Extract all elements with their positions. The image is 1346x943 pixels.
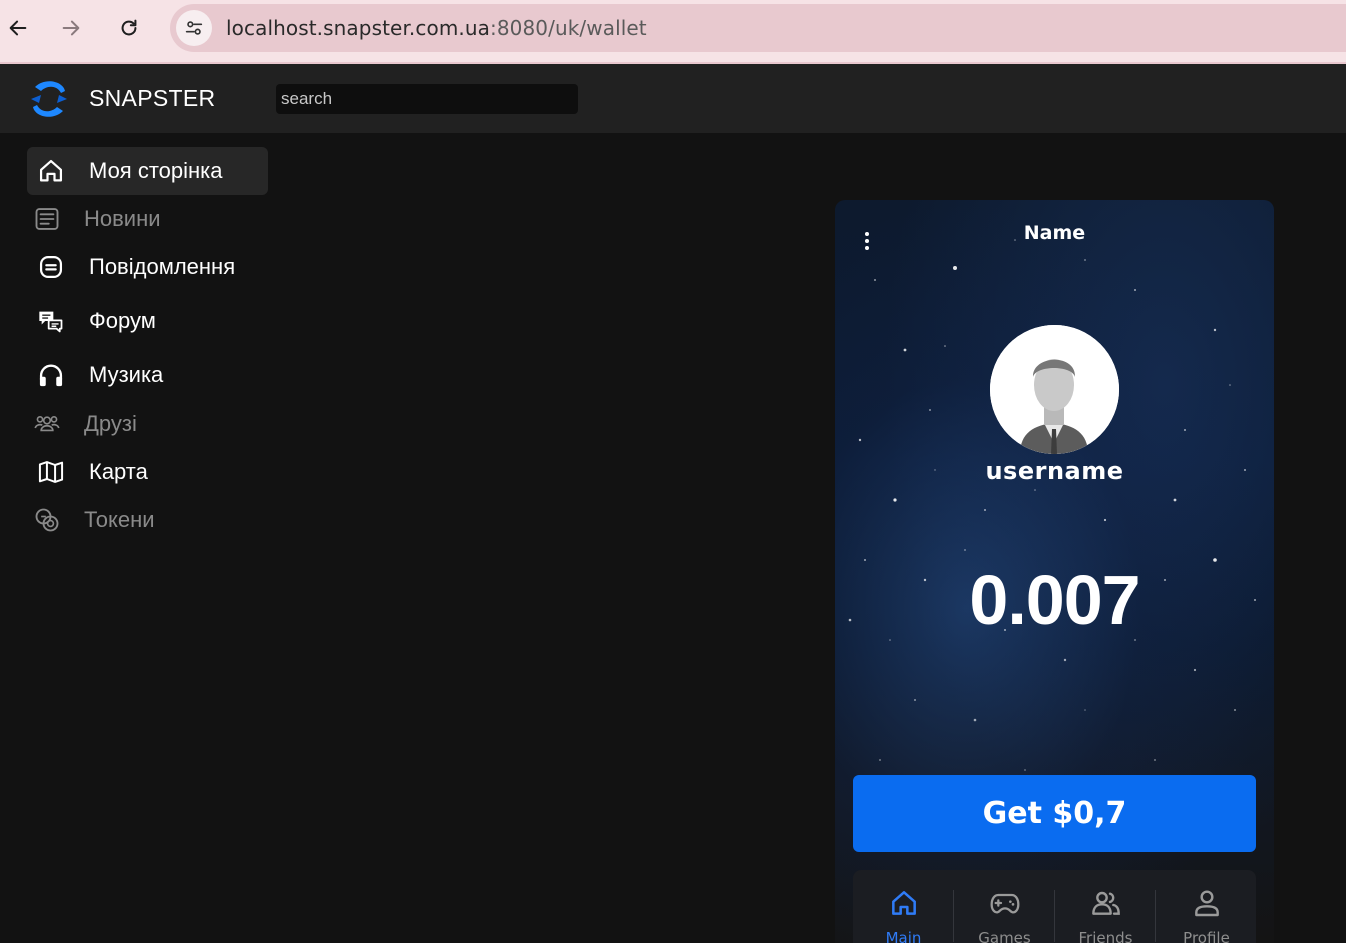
sidebar-item-label: Друзі	[84, 411, 137, 436]
address-bar[interactable]: localhost.snapster.com.ua:8080/uk/wallet	[170, 4, 1346, 52]
card-title: Name	[1023, 222, 1086, 244]
url-path: :8080/uk/wallet	[490, 16, 647, 40]
sidebar-item-music[interactable]: Музика	[27, 351, 268, 399]
bottom-tab-bar: Main Games Friends Profile	[853, 870, 1256, 943]
sidebar-item-messages[interactable]: Повідомлення	[27, 243, 268, 291]
wallet-card: Name username 0.007 Get $0,7 Main Games	[835, 200, 1274, 943]
search-input[interactable]	[276, 84, 578, 114]
tab-main[interactable]: Main	[853, 870, 954, 943]
home-icon	[36, 156, 66, 186]
sidebar-item-label: Новини	[84, 206, 161, 231]
sidebar-item-my-page[interactable]: Моя сторінка	[27, 147, 268, 195]
friends-icon	[32, 409, 62, 439]
sidebar-item-tokens[interactable]: Токени	[27, 496, 268, 544]
app-header: SNAPSTER	[0, 64, 1346, 133]
balance-value: 0.007	[969, 561, 1140, 639]
user-icon	[1190, 886, 1224, 920]
sidebar-item-label: Токени	[84, 507, 155, 532]
map-icon	[36, 457, 66, 487]
starfield-background	[848, 239, 1256, 771]
gamepad-icon	[988, 886, 1022, 920]
default-avatar-icon	[990, 325, 1119, 454]
reload-icon	[121, 19, 137, 36]
reload-button[interactable]	[111, 10, 147, 46]
tab-label: Profile	[1183, 929, 1230, 943]
sidebar-item-label: Музика	[89, 362, 164, 387]
arrow-left-icon	[9, 20, 27, 36]
back-button[interactable]	[0, 10, 36, 46]
sidebar-item-news[interactable]: Новини	[27, 195, 268, 243]
tab-profile[interactable]: Profile	[1156, 870, 1257, 943]
arrow-right-icon	[62, 20, 80, 36]
get-reward-button[interactable]: Get $0,7	[853, 775, 1256, 852]
sidebar-item-label: Моя сторінка	[89, 158, 223, 183]
site-info-button[interactable]	[176, 10, 212, 46]
avatar[interactable]	[990, 325, 1119, 454]
tokens-icon	[32, 505, 62, 535]
home-icon	[887, 886, 921, 920]
tab-label: Friends	[1078, 929, 1133, 943]
sidebar-item-friends[interactable]: Друзі	[27, 400, 268, 448]
sidebar-item-forum[interactable]: Форум	[27, 297, 268, 345]
sidebar-item-label: Форум	[89, 308, 156, 333]
tab-label: Main	[885, 929, 922, 943]
tab-label: Games	[978, 929, 1031, 943]
tune-icon	[185, 21, 203, 35]
newspaper-icon	[32, 204, 62, 234]
tab-games[interactable]: Games	[954, 870, 1055, 943]
sidebar-item-map[interactable]: Карта	[27, 448, 268, 496]
headphones-icon	[36, 360, 66, 390]
forum-icon	[36, 306, 66, 336]
forward-button[interactable]	[53, 10, 89, 46]
url-host: localhost.snapster.com.ua	[226, 16, 490, 40]
url-text: localhost.snapster.com.ua:8080/uk/wallet	[226, 16, 647, 40]
browser-toolbar: localhost.snapster.com.ua:8080/uk/wallet	[0, 0, 1346, 64]
brand-name[interactable]: SNAPSTER	[89, 85, 215, 112]
tab-friends[interactable]: Friends	[1055, 870, 1156, 943]
username-label: username	[985, 457, 1124, 485]
sidebar-item-label: Повідомлення	[89, 254, 236, 279]
sidebar-item-label: Карта	[89, 459, 148, 484]
snapster-logo-icon[interactable]	[27, 77, 71, 121]
message-icon	[36, 252, 66, 282]
friends-icon	[1089, 886, 1123, 920]
